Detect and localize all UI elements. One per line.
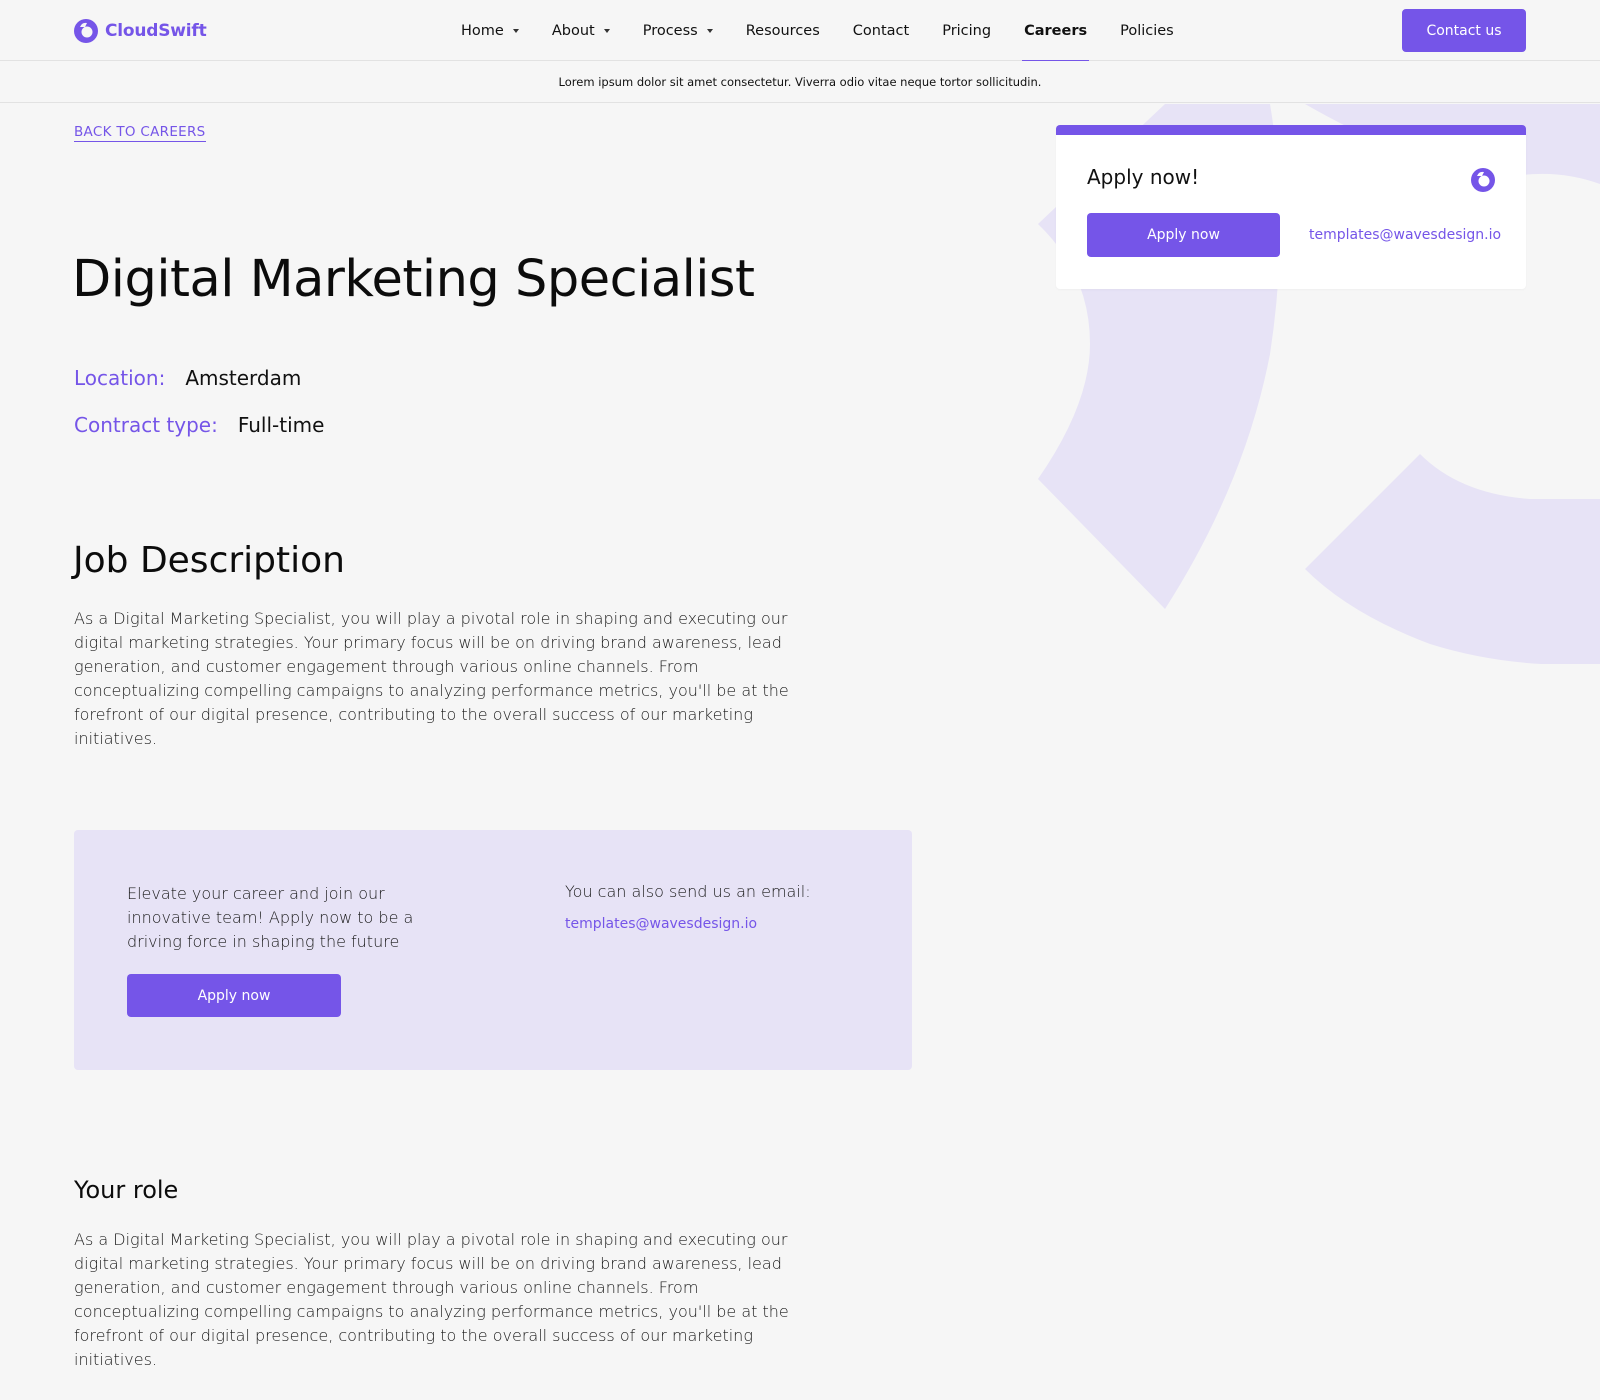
chevron-down-icon [512, 28, 519, 33]
chevron-down-icon [603, 28, 610, 33]
contract-type-row: Contract type: Full-time [74, 413, 324, 437]
cta-email-link[interactable]: templates@wavesdesign.io [565, 916, 757, 932]
nav-resources[interactable]: Resources [746, 0, 820, 61]
location-value: Amsterdam [185, 366, 302, 390]
nav-contact[interactable]: Contact [853, 0, 909, 61]
nav-process[interactable]: Process [643, 0, 713, 61]
location-row: Location: Amsterdam [74, 366, 301, 390]
nav-about-label: About [551, 22, 595, 39]
cta-panel: Elevate your career and join our innovat… [74, 830, 912, 1070]
contract-type-label: Contract type: [74, 413, 218, 437]
contract-type-value: Full-time [237, 413, 325, 437]
apply-card-title: Apply now! [1087, 165, 1200, 189]
cta-text: Elevate your career and join our innovat… [127, 884, 414, 951]
nav-home[interactable]: Home [461, 0, 519, 61]
contact-us-button[interactable]: Contact us [1402, 9, 1526, 52]
nav-pricing[interactable]: Pricing [942, 0, 991, 61]
job-description-text: As a Digital Marketing Specialist, you w… [74, 609, 789, 748]
nav-process-label: Process [642, 22, 698, 39]
brand-name: CloudSwift [105, 21, 207, 41]
job-title: Digital Marketing Specialist [72, 250, 755, 309]
nav-about[interactable]: About [552, 0, 610, 61]
nav-policies[interactable]: Policies [1120, 0, 1174, 61]
nav-home-label: Home [461, 22, 504, 39]
brand-logo-icon [74, 19, 98, 43]
apply-email-link[interactable]: templates@wavesdesign.io [1309, 227, 1501, 243]
announcement-bar: Lorem ipsum dolor sit amet consectetur. … [0, 61, 1600, 103]
top-navigation: CloudSwift Home About Process Resources … [0, 0, 1600, 62]
job-description-heading: Job Description [73, 540, 345, 581]
apply-card: Apply now! Apply now templates@wavesdesi… [1056, 125, 1526, 289]
brand-logo-icon [1471, 168, 1495, 192]
back-to-careers-link[interactable]: BACK TO CAREERS [74, 124, 206, 142]
nav-careers[interactable]: Careers [1022, 0, 1090, 62]
location-label: Location: [74, 366, 166, 390]
apply-now-button[interactable]: Apply now [1087, 213, 1280, 257]
your-role-text: As a Digital Marketing Specialist, you w… [74, 1230, 789, 1369]
chevron-down-icon [706, 28, 713, 33]
brand-logo[interactable]: CloudSwift [73, 18, 207, 44]
cta-email-label: You can also send us an email: [565, 882, 811, 901]
main-menu: Home About Process Resources Contact Pri… [461, 0, 1207, 62]
your-role-heading: Your role [74, 1176, 179, 1204]
cta-apply-now-button[interactable]: Apply now [127, 974, 341, 1017]
